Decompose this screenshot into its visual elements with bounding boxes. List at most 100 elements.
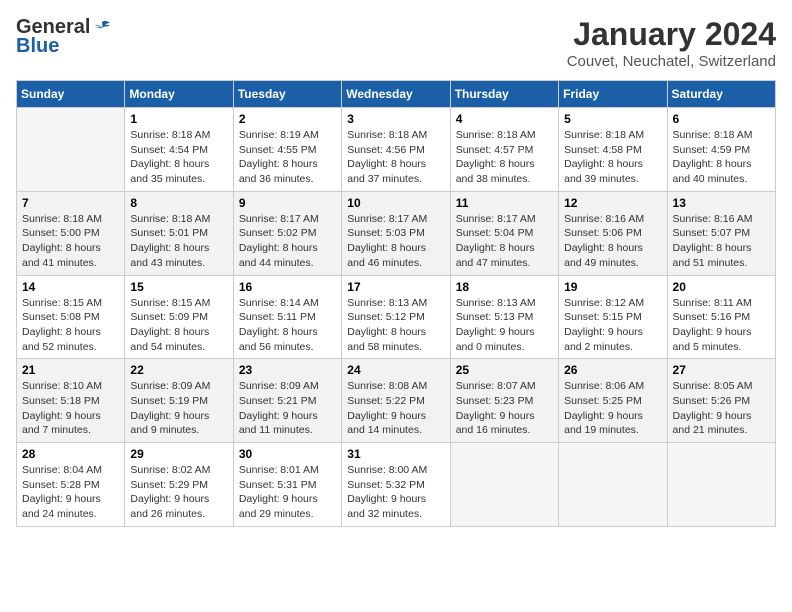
day-info: Sunrise: 8:06 AMSunset: 5:25 PMDaylight:… bbox=[564, 379, 661, 438]
calendar-cell: 9 Sunrise: 8:17 AMSunset: 5:02 PMDaylight… bbox=[233, 191, 341, 275]
day-info: Sunrise: 8:01 AMSunset: 5:31 PMDaylight:… bbox=[239, 463, 336, 522]
day-info: Sunrise: 8:17 AMSunset: 5:04 PMDaylight:… bbox=[456, 212, 553, 271]
calendar-week-row: 21 Sunrise: 8:10 AMSunset: 5:18 PMDayligh… bbox=[17, 359, 776, 443]
calendar-cell: 28 Sunrise: 8:04 AMSunset: 5:28 PMDayligh… bbox=[17, 443, 125, 527]
calendar-cell: 26 Sunrise: 8:06 AMSunset: 5:25 PMDayligh… bbox=[559, 359, 667, 443]
day-number: 12 bbox=[564, 196, 661, 210]
logo-bird-icon bbox=[92, 18, 112, 38]
day-info: Sunrise: 8:18 AMSunset: 4:59 PMDaylight:… bbox=[673, 128, 770, 187]
day-info: Sunrise: 8:13 AMSunset: 5:13 PMDaylight:… bbox=[456, 296, 553, 355]
weekday-header-row: SundayMondayTuesdayWednesdayThursdayFrid… bbox=[17, 81, 776, 108]
day-number: 29 bbox=[130, 447, 227, 461]
calendar-cell: 7 Sunrise: 8:18 AMSunset: 5:00 PMDaylight… bbox=[17, 191, 125, 275]
day-number: 10 bbox=[347, 196, 444, 210]
calendar-cell: 27Sunrise: 8:05 AMSunset: 5:26 PMDayligh… bbox=[667, 359, 775, 443]
calendar-cell: 2 Sunrise: 8:19 AMSunset: 4:55 PMDaylight… bbox=[233, 108, 341, 192]
weekday-header-wednesday: Wednesday bbox=[342, 81, 450, 108]
calendar-cell: 19 Sunrise: 8:12 AMSunset: 5:15 PMDayligh… bbox=[559, 275, 667, 359]
day-number: 14 bbox=[22, 280, 119, 294]
calendar-cell: 24 Sunrise: 8:08 AMSunset: 5:22 PMDayligh… bbox=[342, 359, 450, 443]
calendar-week-row: 1 Sunrise: 8:18 AMSunset: 4:54 PMDaylight… bbox=[17, 108, 776, 192]
day-info: Sunrise: 8:08 AMSunset: 5:22 PMDaylight:… bbox=[347, 379, 444, 438]
day-info: Sunrise: 8:16 AMSunset: 5:06 PMDaylight:… bbox=[564, 212, 661, 271]
calendar-cell: 14 Sunrise: 8:15 AMSunset: 5:08 PMDayligh… bbox=[17, 275, 125, 359]
day-number: 31 bbox=[347, 447, 444, 461]
calendar-cell: 8 Sunrise: 8:18 AMSunset: 5:01 PMDaylight… bbox=[125, 191, 233, 275]
day-number: 19 bbox=[564, 280, 661, 294]
day-info: Sunrise: 8:15 AMSunset: 5:08 PMDaylight:… bbox=[22, 296, 119, 355]
day-info: Sunrise: 8:19 AMSunset: 4:55 PMDaylight:… bbox=[239, 128, 336, 187]
calendar-cell: 12 Sunrise: 8:16 AMSunset: 5:06 PMDayligh… bbox=[559, 191, 667, 275]
day-info: Sunrise: 8:18 AMSunset: 4:54 PMDaylight:… bbox=[130, 128, 227, 187]
calendar-cell: 20 Sunrise: 8:11 AMSunset: 5:16 PMDayligh… bbox=[667, 275, 775, 359]
day-info: Sunrise: 8:04 AMSunset: 5:28 PMDaylight:… bbox=[22, 463, 119, 522]
day-number: 7 bbox=[22, 196, 119, 210]
day-number: 30 bbox=[239, 447, 336, 461]
day-number: 27 bbox=[673, 363, 770, 377]
calendar-week-row: 28 Sunrise: 8:04 AMSunset: 5:28 PMDayligh… bbox=[17, 443, 776, 527]
calendar-cell: 18 Sunrise: 8:13 AMSunset: 5:13 PMDayligh… bbox=[450, 275, 558, 359]
title-area: January 2024 Couvet, Neuchatel, Switzerl… bbox=[567, 16, 776, 70]
calendar-cell: 21 Sunrise: 8:10 AMSunset: 5:18 PMDayligh… bbox=[17, 359, 125, 443]
day-info: Sunrise: 8:13 AMSunset: 5:12 PMDaylight:… bbox=[347, 296, 444, 355]
day-info: Sunrise: 8:17 AMSunset: 5:02 PMDaylight:… bbox=[239, 212, 336, 271]
weekday-header-tuesday: Tuesday bbox=[233, 81, 341, 108]
day-number: 21 bbox=[22, 363, 119, 377]
day-number: 11 bbox=[456, 196, 553, 210]
day-number: 15 bbox=[130, 280, 227, 294]
day-number: 1 bbox=[130, 112, 227, 126]
calendar-cell: 11 Sunrise: 8:17 AMSunset: 5:04 PMDayligh… bbox=[450, 191, 558, 275]
calendar-cell: 16 Sunrise: 8:14 AMSunset: 5:11 PMDayligh… bbox=[233, 275, 341, 359]
day-number: 2 bbox=[239, 112, 336, 126]
day-number: 18 bbox=[456, 280, 553, 294]
day-info: Sunrise: 8:10 AMSunset: 5:18 PMDaylight:… bbox=[22, 379, 119, 438]
day-info: Sunrise: 8:18 AMSunset: 4:56 PMDaylight:… bbox=[347, 128, 444, 187]
day-info: Sunrise: 8:14 AMSunset: 5:11 PMDaylight:… bbox=[239, 296, 336, 355]
day-info: Sunrise: 8:16 AMSunset: 5:07 PMDaylight:… bbox=[673, 212, 770, 271]
calendar-cell: 5Sunrise: 8:18 AMSunset: 4:58 PMDaylight… bbox=[559, 108, 667, 192]
day-info: Sunrise: 8:02 AMSunset: 5:29 PMDaylight:… bbox=[130, 463, 227, 522]
month-title: January 2024 bbox=[567, 16, 776, 53]
day-info: Sunrise: 8:12 AMSunset: 5:15 PMDaylight:… bbox=[564, 296, 661, 355]
weekday-header-monday: Monday bbox=[125, 81, 233, 108]
day-info: Sunrise: 8:18 AMSunset: 5:00 PMDaylight:… bbox=[22, 212, 119, 271]
day-info: Sunrise: 8:07 AMSunset: 5:23 PMDaylight:… bbox=[456, 379, 553, 438]
calendar-cell: 22Sunrise: 8:09 AMSunset: 5:19 PMDayligh… bbox=[125, 359, 233, 443]
calendar-week-row: 7 Sunrise: 8:18 AMSunset: 5:00 PMDaylight… bbox=[17, 191, 776, 275]
calendar-cell: 25 Sunrise: 8:07 AMSunset: 5:23 PMDayligh… bbox=[450, 359, 558, 443]
calendar-cell: 23Sunrise: 8:09 AMSunset: 5:21 PMDayligh… bbox=[233, 359, 341, 443]
day-number: 28 bbox=[22, 447, 119, 461]
calendar-cell: 15 Sunrise: 8:15 AMSunset: 5:09 PMDayligh… bbox=[125, 275, 233, 359]
day-number: 9 bbox=[239, 196, 336, 210]
logo-blue: Blue bbox=[16, 35, 59, 58]
day-number: 8 bbox=[130, 196, 227, 210]
day-number: 6 bbox=[673, 112, 770, 126]
day-number: 25 bbox=[456, 363, 553, 377]
day-number: 20 bbox=[673, 280, 770, 294]
day-info: Sunrise: 8:17 AMSunset: 5:03 PMDaylight:… bbox=[347, 212, 444, 271]
calendar-cell: 30 Sunrise: 8:01 AMSunset: 5:31 PMDayligh… bbox=[233, 443, 341, 527]
calendar-cell: 6 Sunrise: 8:18 AMSunset: 4:59 PMDaylight… bbox=[667, 108, 775, 192]
day-number: 16 bbox=[239, 280, 336, 294]
calendar-cell: 29 Sunrise: 8:02 AMSunset: 5:29 PMDayligh… bbox=[125, 443, 233, 527]
day-info: Sunrise: 8:18 AMSunset: 5:01 PMDaylight:… bbox=[130, 212, 227, 271]
day-info: Sunrise: 8:18 AMSunset: 4:58 PMDaylight:… bbox=[564, 128, 661, 187]
calendar-cell: 10 Sunrise: 8:17 AMSunset: 5:03 PMDayligh… bbox=[342, 191, 450, 275]
calendar-week-row: 14 Sunrise: 8:15 AMSunset: 5:08 PMDayligh… bbox=[17, 275, 776, 359]
day-info: Sunrise: 8:15 AMSunset: 5:09 PMDaylight:… bbox=[130, 296, 227, 355]
weekday-header-friday: Friday bbox=[559, 81, 667, 108]
weekday-header-saturday: Saturday bbox=[667, 81, 775, 108]
calendar-cell: 17Sunrise: 8:13 AMSunset: 5:12 PMDayligh… bbox=[342, 275, 450, 359]
calendar-cell: 1 Sunrise: 8:18 AMSunset: 4:54 PMDaylight… bbox=[125, 108, 233, 192]
weekday-header-thursday: Thursday bbox=[450, 81, 558, 108]
day-number: 23 bbox=[239, 363, 336, 377]
day-number: 4 bbox=[456, 112, 553, 126]
day-number: 3 bbox=[347, 112, 444, 126]
calendar-cell: 13Sunrise: 8:16 AMSunset: 5:07 PMDayligh… bbox=[667, 191, 775, 275]
day-number: 24 bbox=[347, 363, 444, 377]
day-info: Sunrise: 8:11 AMSunset: 5:16 PMDaylight:… bbox=[673, 296, 770, 355]
day-info: Sunrise: 8:09 AMSunset: 5:19 PMDaylight:… bbox=[130, 379, 227, 438]
calendar-cell bbox=[450, 443, 558, 527]
day-info: Sunrise: 8:18 AMSunset: 4:57 PMDaylight:… bbox=[456, 128, 553, 187]
day-number: 26 bbox=[564, 363, 661, 377]
